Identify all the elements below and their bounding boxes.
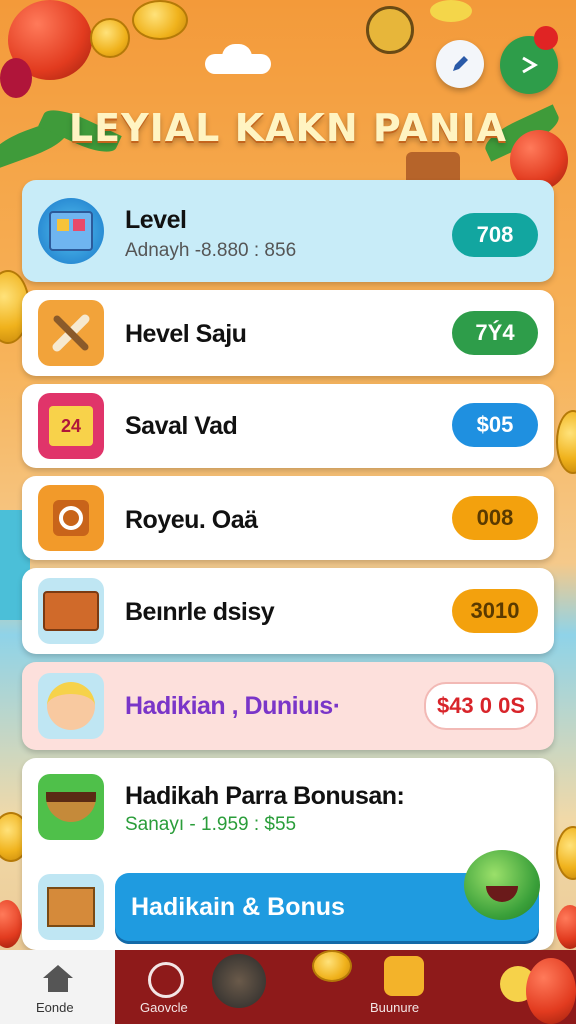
- arrow-icon: [522, 56, 538, 74]
- list-item-hadikian-duniuis[interactable]: Hadikian , Duniuıs· $43 0 0S: [22, 662, 554, 750]
- crate-icon: [38, 874, 104, 940]
- row-subtitle: Adnayh -8.880 : 856: [125, 240, 297, 261]
- tools-icon: [38, 300, 104, 366]
- blocks-icon: [38, 198, 104, 264]
- character-face-icon: [38, 673, 104, 739]
- value-pill[interactable]: 7Ý4: [452, 311, 538, 355]
- berry-decoration: [0, 58, 32, 98]
- nav-middle[interactable]: Gaovcle: [130, 950, 220, 1024]
- row-title: Beınrle dsisy: [125, 598, 275, 626]
- nav-home[interactable]: Eonde: [0, 950, 115, 1024]
- nav-right-label: Buunure: [370, 1000, 420, 1015]
- row-title: Level: [125, 206, 187, 234]
- row-title: Hevel Saju: [125, 320, 247, 348]
- home-icon: [43, 965, 73, 992]
- value-pill[interactable]: 008: [452, 496, 538, 540]
- nav-middle-label: Gaovcle: [140, 1000, 188, 1015]
- calendar-gift-icon: 24: [38, 393, 104, 459]
- coin-decoration: [556, 410, 576, 474]
- list-item-level[interactable]: Level Adnayh -8.880 : 856 708: [22, 180, 554, 282]
- nav-home-label: Eonde: [36, 1000, 74, 1015]
- pencil-icon: [453, 56, 468, 71]
- row-title: Saval Vad: [125, 412, 238, 440]
- lemon-decoration: [430, 0, 472, 22]
- row-subtitle: Sanayı - 1.959 : $55: [125, 814, 297, 835]
- value-pill[interactable]: $05: [452, 403, 538, 447]
- coin-decoration: [90, 18, 130, 58]
- globe-decoration: [212, 954, 266, 1008]
- list-item-hevel-saju[interactable]: Hevel Saju 7Ý4: [22, 290, 554, 376]
- list-item-hadikah-parra[interactable]: Hadikah Parra Bonusan: Sanayı - 1.959 : …: [22, 758, 554, 950]
- value-pill[interactable]: 3010: [452, 589, 538, 633]
- coin-decoration: [312, 950, 352, 982]
- smiling-fruit-icon: [464, 850, 540, 920]
- nav-right[interactable]: Buunure: [360, 950, 450, 1024]
- no-entry-icon: [148, 962, 184, 998]
- coin-decoration: [132, 0, 188, 40]
- food-bowl-icon: [38, 774, 104, 840]
- tomato-decoration: [0, 900, 22, 948]
- list-item-royeu[interactable]: Royeu. Oaä 008: [22, 476, 554, 560]
- list-item-saval-vad[interactable]: 24 Saval Vad $05: [22, 384, 554, 468]
- cherry-decoration: [534, 26, 558, 50]
- value-pill[interactable]: $43 0 0S: [424, 682, 538, 730]
- cloud-decoration: [222, 44, 252, 70]
- coin-decoration: [556, 826, 576, 880]
- tomato-decoration: [556, 905, 576, 949]
- row-title: Royeu. Oaä: [125, 506, 258, 534]
- fruit-decoration: [526, 958, 576, 1024]
- game-title: LEYIAL KAKN PANIA: [68, 106, 508, 150]
- row-title: Hadikian , Duniuıs·: [125, 692, 341, 720]
- row-title: Hadikah Parra Bonusan:: [125, 782, 405, 810]
- value-pill[interactable]: 708: [452, 213, 538, 257]
- treasure-chest-icon: [38, 578, 104, 644]
- card-icon: [384, 956, 424, 996]
- edit-button[interactable]: [436, 40, 484, 88]
- bonus-label: Hadikain & Bonus: [131, 893, 345, 921]
- ring-icon: [38, 485, 104, 551]
- list-item-beinrle[interactable]: Beınrle dsisy 3010: [22, 568, 554, 654]
- compass-decoration: [366, 6, 414, 54]
